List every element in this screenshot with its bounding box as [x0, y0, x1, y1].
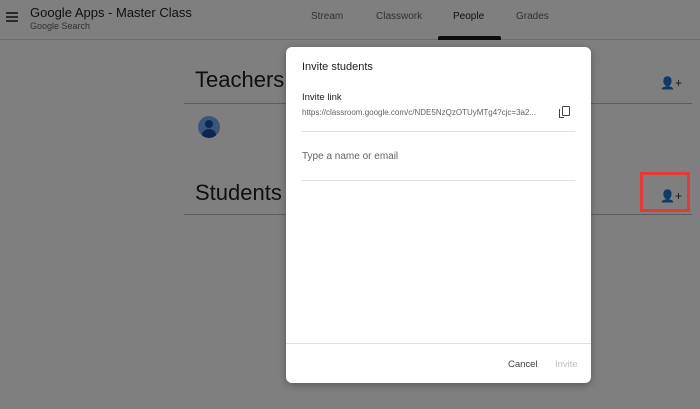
invite-link[interactable]: https://classroom.google.com/c/NDE5NzQzO… [302, 108, 552, 117]
invite-button[interactable]: Invite [555, 359, 578, 370]
highlight-box [640, 172, 690, 212]
copy-icon[interactable] [559, 106, 570, 118]
cancel-button[interactable]: Cancel [508, 359, 538, 370]
invite-students-dialog: Invite students Invite link https://clas… [286, 47, 591, 383]
invite-link-label: Invite link [302, 92, 342, 103]
divider [302, 131, 575, 132]
dialog-title: Invite students [302, 61, 373, 73]
divider [286, 343, 591, 344]
name-email-input[interactable] [302, 147, 575, 181]
